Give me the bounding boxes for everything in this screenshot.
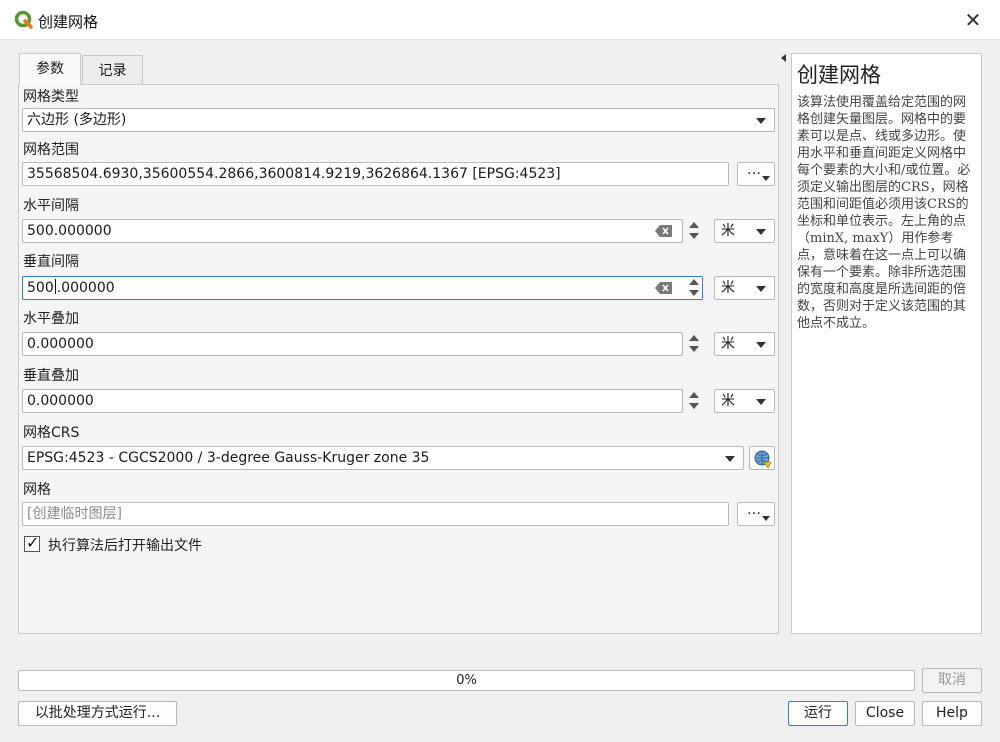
spin-down-icon[interactable] xyxy=(689,403,699,409)
run-button[interactable]: 运行 xyxy=(788,701,848,726)
h-overlay-unit: 米 xyxy=(721,336,735,352)
output-file-field[interactable]: [创建临时图层] xyxy=(22,502,729,526)
output-menu-button[interactable]: … xyxy=(737,502,775,526)
text-caret xyxy=(54,279,56,294)
h-spacing-unit-select[interactable]: 米 xyxy=(714,219,775,243)
v-overlay-label: 垂直叠加 xyxy=(23,368,79,384)
spin-up-icon[interactable] xyxy=(689,222,699,228)
v-spacing-unit-select[interactable]: 米 xyxy=(714,276,775,300)
progress-bar: 0% xyxy=(18,670,915,691)
h-overlay-label: 水平叠加 xyxy=(23,311,79,327)
help-panel: 创建网格 该算法使用覆盖给定范围的网格创建矢量图层。网格中的要素可以是点、线或多… xyxy=(791,53,982,634)
ellipsis-icon: … xyxy=(747,162,761,178)
v-spacing-unit: 米 xyxy=(721,280,735,296)
grid-extent-menu-button[interactable]: … xyxy=(737,162,775,186)
v-spacing-value-start: 500 xyxy=(27,280,54,296)
help-title: 创建网格 xyxy=(797,63,881,87)
collapse-help-icon[interactable] xyxy=(781,54,786,62)
tab-parameters[interactable]: 参数 xyxy=(19,53,81,85)
globe-icon xyxy=(754,450,772,469)
ellipsis-icon: … xyxy=(747,502,761,518)
open-output-checkbox[interactable]: ✓ xyxy=(24,533,40,552)
chevron-down-icon xyxy=(756,399,766,405)
title-bar: 创建网格 ✕ xyxy=(0,0,1000,40)
h-spacing-unit: 米 xyxy=(721,223,735,239)
close-icon[interactable]: ✕ xyxy=(956,8,990,32)
v-spacing-label: 垂直间隔 xyxy=(23,254,79,270)
clear-icon[interactable] xyxy=(655,225,673,237)
select-crs-button[interactable] xyxy=(749,446,775,470)
grid-extent-label: 网格范围 xyxy=(23,142,79,158)
grid-extent-field[interactable]: 35568504.6930,35600554.2866,3600814.9219… xyxy=(22,162,729,186)
h-spacing-spinner[interactable] xyxy=(685,219,703,243)
h-overlay-input[interactable]: 0.000000 xyxy=(22,332,683,356)
grid-type-label: 网格类型 xyxy=(23,89,79,105)
grid-crs-select[interactable]: EPSG:4523 - CGCS2000 / 3-degree Gauss-Kr… xyxy=(22,446,744,470)
spin-up-icon[interactable] xyxy=(689,392,699,398)
spin-down-icon[interactable] xyxy=(689,233,699,239)
grid-type-value: 六边形 (多边形) xyxy=(27,112,127,128)
v-overlay-unit: 米 xyxy=(721,393,735,409)
h-spacing-input[interactable]: 500.000000 xyxy=(22,219,683,243)
v-spacing-value-end: .000000 xyxy=(56,280,115,296)
h-overlay-value: 0.000000 xyxy=(27,336,94,352)
output-label: 网格 xyxy=(23,482,51,498)
tab-log[interactable]: 记录 xyxy=(82,55,143,85)
spin-down-icon[interactable] xyxy=(689,290,699,296)
qgis-logo-icon xyxy=(14,10,33,29)
grid-crs-value: EPSG:4523 - CGCS2000 / 3-degree Gauss-Kr… xyxy=(27,450,430,466)
spin-up-icon[interactable] xyxy=(689,335,699,341)
clear-icon[interactable] xyxy=(655,282,673,294)
help-button[interactable]: Help xyxy=(922,701,982,726)
chevron-down-icon xyxy=(756,286,766,292)
window-title: 创建网格 xyxy=(38,13,99,31)
grid-type-select[interactable]: 六边形 (多边形) xyxy=(22,108,775,132)
checkmark-icon: ✓ xyxy=(26,533,40,552)
v-overlay-input[interactable]: 0.000000 xyxy=(22,389,683,413)
progress-label: 0% xyxy=(456,673,477,688)
batch-process-button[interactable]: 以批处理方式运行... xyxy=(18,701,177,726)
grid-crs-label: 网格CRS xyxy=(23,425,80,441)
cancel-button[interactable]: 取消 xyxy=(922,668,982,693)
spin-down-icon[interactable] xyxy=(689,346,699,352)
spin-up-icon[interactable] xyxy=(689,279,699,285)
h-overlay-spinner[interactable] xyxy=(685,332,703,356)
output-placeholder: [创建临时图层] xyxy=(27,506,122,522)
chevron-down-icon xyxy=(762,516,770,521)
h-spacing-value: 500.000000 xyxy=(27,223,112,239)
v-overlay-value: 0.000000 xyxy=(27,393,94,409)
v-spacing-input[interactable]: 500.000000 xyxy=(22,276,703,300)
chevron-down-icon xyxy=(756,229,766,235)
v-overlay-unit-select[interactable]: 米 xyxy=(714,389,775,413)
open-output-label: 执行算法后打开输出文件 xyxy=(48,538,202,554)
close-button[interactable]: Close xyxy=(855,701,915,726)
chevron-down-icon xyxy=(756,342,766,348)
v-spacing-spinner[interactable] xyxy=(685,276,703,300)
chevron-down-icon xyxy=(762,176,770,181)
chevron-down-icon xyxy=(756,118,766,124)
v-overlay-spinner[interactable] xyxy=(685,389,703,413)
h-spacing-label: 水平间隔 xyxy=(23,198,79,214)
chevron-down-icon xyxy=(725,456,735,462)
grid-extent-value: 35568504.6930,35600554.2866,3600814.9219… xyxy=(27,166,561,182)
help-body: 该算法使用覆盖给定范围的网格创建矢量图层。网格中的要素可以是点、线或多边形。使用… xyxy=(797,95,971,331)
h-overlay-unit-select[interactable]: 米 xyxy=(714,332,775,356)
